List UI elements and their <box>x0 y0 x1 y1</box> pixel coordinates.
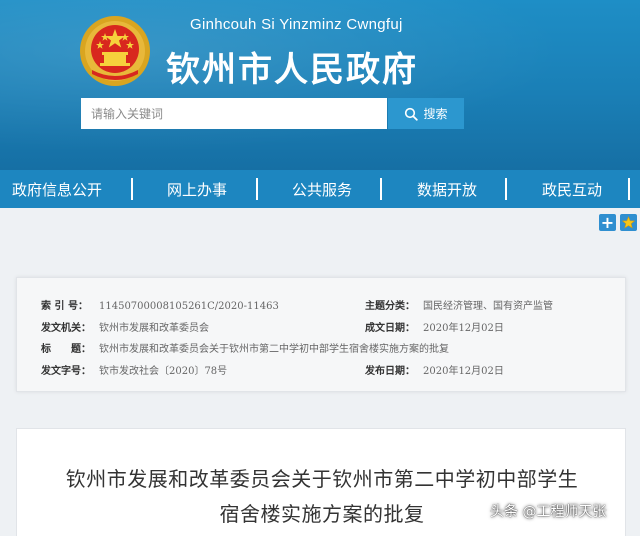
nav-item-gov-info[interactable]: 政府信息公开 <box>0 179 114 200</box>
nav-item-interaction[interactable]: 政民互动 <box>530 179 614 200</box>
docno-value: 钦市发改社会〔2020〕78号 <box>99 366 228 377</box>
title-label: 标 题： <box>41 344 91 355</box>
created-value: 2020年12月02日 <box>423 323 504 334</box>
site-pinyin-title: Ginhcouh Si Yinzminz Cwngfuj <box>190 16 403 33</box>
site-header: Ginhcouh Si Yinzminz Cwngfuj 钦州市人民政府 搜索 <box>0 0 640 170</box>
title-value: 钦州市发展和改革委员会关于钦州市第二中学初中部学生宿舍楼实施方案的批复 <box>99 344 449 355</box>
info-published-date: 发布日期： 2020年12月02日 <box>365 362 504 377</box>
nav-divider <box>380 178 382 200</box>
plus-icon[interactable]: + <box>599 214 616 231</box>
search-button-label: 搜索 <box>423 107 448 121</box>
info-index: 索 引 号： 11450700008105261C/2020-11463 <box>41 297 279 312</box>
issuer-value: 钦州市发展和改革委员会 <box>99 323 209 334</box>
main-nav: 政府信息公开 网上办事 公共服务 数据开放 政民互动 <box>0 170 640 208</box>
search-button[interactable]: 搜索 <box>388 98 464 129</box>
watermark: 头条 @工程师天张 <box>490 504 607 520</box>
nav-divider <box>131 178 133 200</box>
search-icon <box>405 107 419 121</box>
docno-label: 发文字号： <box>41 366 91 377</box>
star-glyph-icon <box>622 216 635 229</box>
category-value: 国民经济管理、国有资产监管 <box>423 301 553 312</box>
article-title-line-1: 钦州市发展和改革委员会关于钦州市第二中学初中部学生 <box>65 467 579 491</box>
site-title: 钦州市人民政府 <box>166 50 418 90</box>
national-emblem-icon <box>80 16 150 86</box>
nav-divider <box>256 178 258 200</box>
index-value: 11450700008105261C/2020-11463 <box>99 301 279 312</box>
info-category: 主题分类： 国民经济管理、国有资产监管 <box>365 297 553 312</box>
info-created-date: 成文日期： 2020年12月02日 <box>365 319 504 334</box>
nav-item-public-service[interactable]: 公共服务 <box>280 179 364 200</box>
category-label: 主题分类： <box>365 301 415 312</box>
search-input[interactable] <box>81 98 387 129</box>
info-doc-number: 发文字号： 钦市发改社会〔2020〕78号 <box>41 362 227 377</box>
published-value: 2020年12月02日 <box>423 366 504 377</box>
star-icon[interactable] <box>620 214 637 231</box>
index-label: 索 引 号： <box>41 301 88 312</box>
created-label: 成文日期： <box>365 323 415 334</box>
issuer-label: 发文机关： <box>41 323 91 334</box>
nav-divider <box>505 178 507 200</box>
document-info-card: 索 引 号： 11450700008105261C/2020-11463 主题分类… <box>16 277 626 392</box>
info-issuer: 发文机关： 钦州市发展和改革委员会 <box>41 319 209 334</box>
published-label: 发布日期： <box>365 366 415 377</box>
nav-divider <box>628 178 630 200</box>
info-title: 标 题： 钦州市发展和改革委员会关于钦州市第二中学初中部学生宿舍楼实施方案的批复 <box>41 340 449 355</box>
